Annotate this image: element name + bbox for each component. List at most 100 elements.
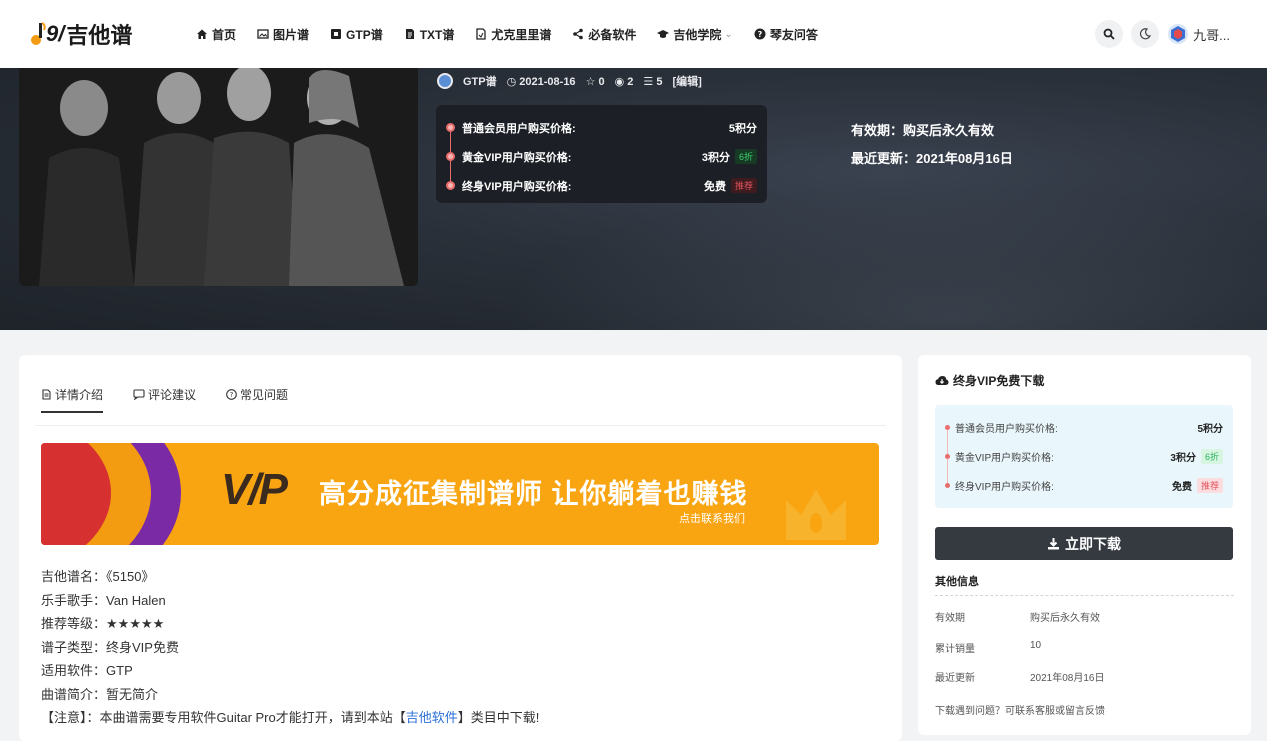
file-icon — [476, 28, 487, 40]
logo-text: 吉他谱 — [66, 23, 133, 48]
nav-label: 必备软件 — [588, 27, 637, 42]
band-photo — [19, 68, 418, 286]
svg-text:?: ? — [230, 391, 234, 399]
star-count: ☆ 0 — [585, 75, 605, 88]
avatar — [1168, 24, 1189, 44]
main-nav: 首页 图片谱 GTP谱 TXT谱 尤克里里谱 必备软件 吉他学院 ⌄ ? 琴友问… — [196, 0, 839, 68]
nav-item-software[interactable]: 必备软件 — [572, 26, 636, 43]
nav-label: 琴友问答 — [769, 27, 818, 42]
tab-faq[interactable]: ? 常见问题 — [226, 380, 288, 409]
nav-item-txt-tabs[interactable]: TXT谱 — [404, 26, 455, 43]
price-row: 黄金VIP用户购买价格: 3积分 6折 — [446, 142, 757, 171]
file-text-icon — [405, 29, 414, 39]
nav-label: 首页 — [212, 27, 237, 42]
sidebar-title: 终身VIP免费下载 — [935, 372, 1044, 389]
top-navbar: 9/ 吉他谱 首页 图片谱 GTP谱 TXT谱 尤克里里谱 必备软件 吉他学院 … — [0, 0, 1267, 68]
gtp-icon — [331, 29, 342, 39]
logo-number: 9/ — [46, 21, 65, 46]
tab-comments[interactable]: 评论建议 — [133, 380, 196, 409]
post-date: ◷ 2021-08-16 — [506, 75, 576, 88]
share-icon — [573, 28, 584, 40]
like-count: ☰ 5 — [643, 75, 663, 88]
info-row: 吉他谱名：《5150》 — [41, 569, 155, 584]
category-link[interactable]: GTP谱 — [463, 73, 497, 89]
info-row: 谱子类型：终身VIP免费 — [41, 639, 179, 655]
nav-label: 尤克里里谱 — [491, 27, 552, 42]
document-icon — [42, 389, 51, 400]
star-icon: ☆ — [585, 75, 596, 88]
dark-mode-toggle[interactable] — [1131, 20, 1160, 48]
view-count: ◉ 2 — [614, 75, 634, 88]
cloud-download-icon — [935, 376, 949, 385]
info-row: 曲谱简介：暂无简介 — [41, 686, 159, 702]
validity-info: 有效期：购买后永久有效 最近更新：2021年08月16日 — [851, 123, 1013, 166]
comment-icon — [133, 389, 145, 400]
thumbs-up-icon: ☰ — [643, 75, 654, 88]
nav-item-guitar-academy[interactable]: 吉他学院 ⌄ — [657, 26, 733, 43]
help-circle-icon: ? — [226, 389, 237, 400]
info-row: 乐手歌手：Van Halen — [41, 592, 166, 608]
tab-info-list: 吉他谱名：《5150》 乐手歌手：Van Halen 推荐等级：★★★★★ 谱子… — [41, 565, 539, 730]
moon-icon — [1140, 28, 1152, 40]
recommend-badge: 推荐 — [1196, 478, 1223, 493]
edit-link[interactable]: [编辑] — [672, 73, 701, 89]
nav-label: GTP谱 — [346, 27, 383, 42]
tab-details[interactable]: 详情介绍 — [41, 380, 104, 413]
search-button[interactable] — [1095, 20, 1124, 48]
discount-badge: 6折 — [734, 149, 757, 164]
nav-label: TXT谱 — [419, 27, 455, 42]
download-icon — [1048, 538, 1059, 550]
content-tabs: 详情介绍 评论建议 ? 常见问题 — [41, 380, 288, 413]
other-info-row: 最近更新 2021年08月16日 — [935, 673, 1105, 684]
help-text: 下载遇到问题？可联系客服或留言反馈 — [935, 706, 1105, 717]
price-row: 普通会员用户购买价格: 5积分 — [945, 413, 1223, 442]
vip-logo: V/P — [221, 465, 288, 514]
banner-contact-link[interactable]: 点击联系我们 — [679, 510, 745, 526]
site-logo[interactable]: 9/ 吉他谱 — [30, 18, 132, 50]
eye-icon: ◉ — [614, 75, 625, 88]
user-menu[interactable]: 九哥... — [1167, 23, 1230, 45]
content-card: 详情介绍 评论建议 ? 常见问题 V/P 高分成征集制谱师 让你躺着也赚钱 点击… — [19, 355, 902, 741]
sidebar-price-panel: 普通会员用户购买价格: 5积分 黄金VIP用户购买价格: 3积分 6折 终身VI… — [935, 405, 1233, 508]
other-info-title: 其他信息 — [935, 576, 979, 588]
home-icon — [197, 29, 207, 39]
download-button[interactable]: 立即下载 — [935, 527, 1233, 560]
user-name: 九哥... — [1193, 27, 1230, 43]
post-meta: GTP谱 ◷ 2021-08-16 ☆ 0 ◉ 2 ☰ 5 [编辑] — [437, 73, 702, 89]
hero-section: GTP谱 ◷ 2021-08-16 ☆ 0 ◉ 2 ☰ 5 [编辑] 普通会员用… — [0, 68, 1267, 330]
graduation-cap-icon — [657, 30, 670, 38]
header-actions: 九哥... — [1095, 20, 1230, 48]
image-icon — [257, 29, 269, 39]
banner-title: 高分成征集制谱师 让你躺着也赚钱 — [319, 479, 748, 509]
info-row: 推荐等级：★★★★★ — [41, 616, 165, 631]
price-panel: 普通会员用户购买价格: 5积分 黄金VIP用户购买价格: 3积分 6折 终身VI… — [436, 105, 767, 203]
question-icon: ? — [754, 28, 766, 40]
crown-icon — [786, 490, 846, 540]
download-sidebar: 终身VIP免费下载 普通会员用户购买价格: 5积分 黄金VIP用户购买价格: 3… — [918, 355, 1251, 735]
author-avatar[interactable] — [437, 73, 453, 89]
svg-text:?: ? — [757, 30, 762, 39]
chevron-down-icon: ⌄ — [724, 28, 733, 40]
nav-item-qa[interactable]: ? 琴友问答 — [754, 26, 818, 43]
price-row: 终身VIP用户购买价格: 免费 推荐 — [945, 471, 1223, 500]
other-info-row: 累计销量 10 — [935, 640, 1042, 655]
nav-label: 吉他学院 — [673, 27, 722, 42]
nav-item-home[interactable]: 首页 — [196, 26, 236, 43]
nav-item-image-tabs[interactable]: 图片谱 — [257, 26, 309, 43]
search-icon — [1103, 28, 1115, 40]
notice: 【注意】：本曲谱需要专用软件Guitar Pro才能打开，请到本站【吉他软件】类… — [41, 710, 540, 725]
nav-label: 图片谱 — [273, 27, 310, 42]
price-row: 普通会员用户购买价格: 5积分 — [446, 113, 757, 142]
vip-recruit-banner[interactable]: V/P 高分成征集制谱师 让你躺着也赚钱 点击联系我们 — [41, 443, 879, 545]
guitar-logo-icon — [31, 22, 46, 45]
other-info-row: 有效期 购买后永久有效 — [935, 613, 1100, 624]
guitar-software-link[interactable]: 吉他软件 — [406, 710, 458, 725]
price-row: 终身VIP用户购买价格: 免费 推荐 — [446, 171, 757, 200]
nav-item-ukulele-tabs[interactable]: 尤克里里谱 — [475, 26, 551, 43]
discount-badge: 6折 — [1200, 449, 1223, 464]
recommend-badge: 推荐 — [730, 178, 757, 193]
price-row: 黄金VIP用户购买价格: 3积分 6折 — [945, 442, 1223, 471]
info-row: 适用软件：GTP — [41, 663, 133, 678]
nav-item-gtp-tabs[interactable]: GTP谱 — [330, 26, 383, 43]
cover-image — [19, 68, 418, 286]
